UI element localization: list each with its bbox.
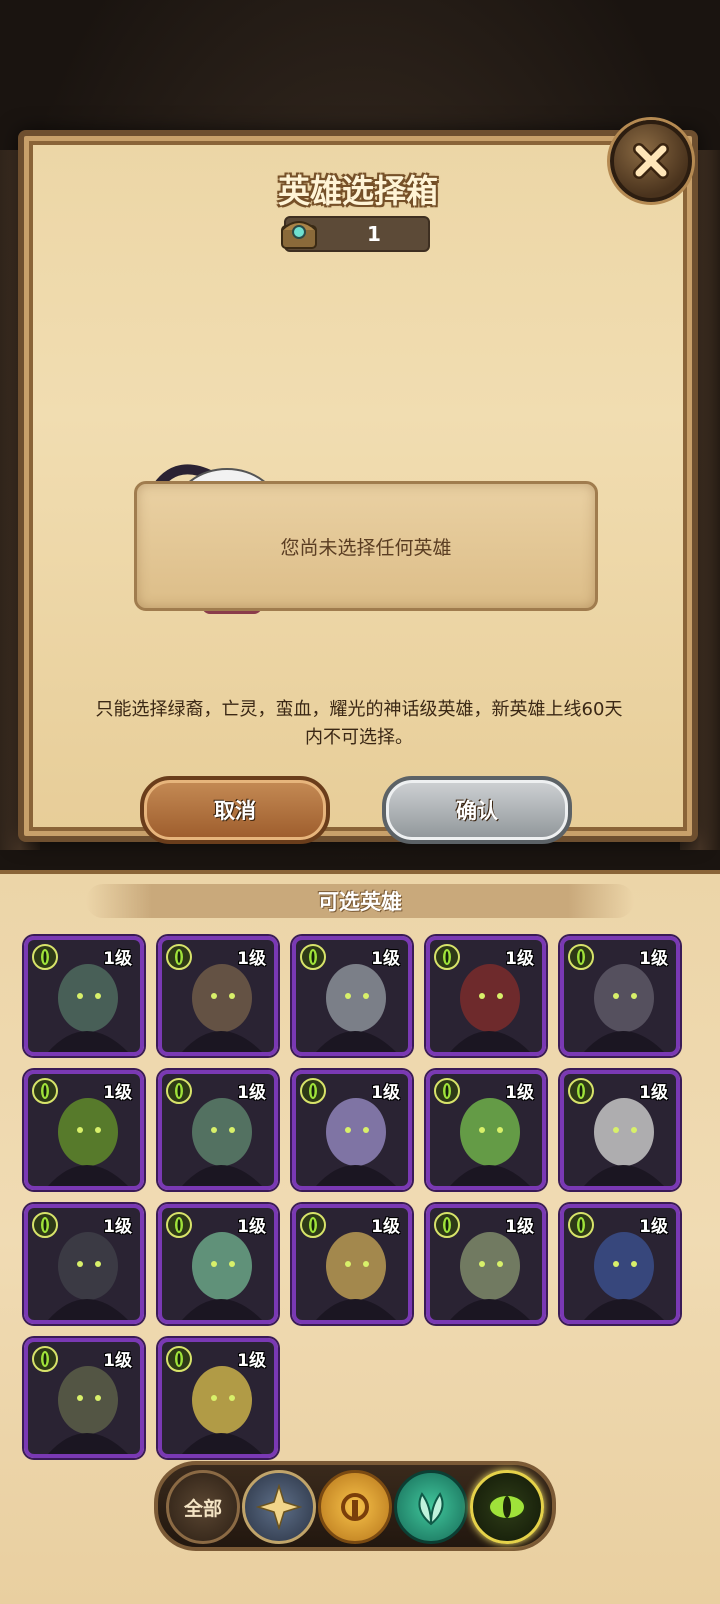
selection-rule-notice: 只能选择绿裔，亡灵，蛮血，耀光的神话级英雄，新英雄上线60天内不可选择。 [95,699,623,748]
eye-icon [434,1078,460,1104]
hero-level: 1级 [505,1083,534,1103]
eye-icon [166,1346,192,1372]
star-icon [256,1484,302,1530]
eye-icon [166,1212,192,1238]
hero-card[interactable]: 1级 [292,1204,412,1324]
hero-card[interactable]: 1级 [158,1204,278,1324]
eye-icon [568,1078,594,1104]
hero-list-panel: 可选英雄 1级 1级 1级 1级 1级 1级 1级 1级 1级 1级 1级 1级 1级 1级 1级 1级 1级 … [0,870,720,1604]
hero-level: 1级 [103,1351,132,1371]
hero-level: 1级 [103,949,132,969]
hero-card[interactable]: 1级 [158,936,278,1056]
hero-card[interactable]: 1级 [426,1070,546,1190]
hero-card[interactable]: 1级 [24,1204,144,1324]
selection-message-box: 您尚未选择任何英雄 [134,481,598,611]
hero-level: 1级 [371,1083,400,1103]
hero-card[interactable]: 1级 [292,936,412,1056]
eye-icon [32,944,58,970]
sun-icon [341,1493,369,1521]
close-button[interactable] [610,120,692,202]
filter-all-label: 全部 [183,1497,222,1520]
hero-card[interactable]: 1级 [560,936,680,1056]
eye-icon [166,1078,192,1104]
eye-icon [300,1078,326,1104]
confirm-button[interactable]: 确认 [382,776,572,844]
hero-level: 1级 [103,1083,132,1103]
hero-level: 1级 [237,1351,266,1371]
filter-graveborn-button[interactable] [470,1470,544,1544]
hero-card[interactable]: 1级 [292,1070,412,1190]
eye-icon [568,944,594,970]
hero-card[interactable]: 1级 [560,1204,680,1324]
hero-level: 1级 [639,1083,668,1103]
filter-mauler-button[interactable] [318,1470,392,1544]
hero-level: 1级 [505,1217,534,1237]
hero-card[interactable]: 1级 [158,1338,278,1458]
hero-select-dialog: 英雄选择箱 1 您尚未选择任何英雄 只能选择绿裔，亡灵，蛮血，耀光的神话级英雄，… [18,130,698,844]
hero-level: 1级 [505,949,534,969]
eye-icon [434,944,460,970]
eye-icon [434,1212,460,1238]
hero-card[interactable]: 1级 [426,936,546,1056]
hero-level: 1级 [237,1083,266,1103]
hero-card[interactable]: 1级 [24,936,144,1056]
eye-icon [32,1346,58,1372]
cancel-button[interactable]: 取消 [140,776,330,844]
filter-wilder-button[interactable] [394,1470,468,1544]
close-icon [633,143,669,179]
hero-level: 1级 [639,1217,668,1237]
chest-count-bar: 1 [281,216,430,252]
eye-icon [300,944,326,970]
chest-icon [281,221,317,249]
selection-message: 您尚未选择任何英雄 [280,536,452,559]
eye-icon [166,944,192,970]
eye-icon [32,1078,58,1104]
leaf-icon [418,1492,444,1526]
eye-icon [568,1212,594,1238]
hero-card[interactable]: 1级 [24,1338,144,1458]
hero-level: 1级 [237,949,266,969]
faction-filter-bar: 全部 [154,1461,556,1551]
section-title: 可选英雄 [86,884,634,918]
hero-card[interactable]: 1级 [158,1070,278,1190]
filter-all-button[interactable]: 全部 [166,1470,240,1544]
dialog-title: 英雄选择箱 [277,172,438,210]
hero-level: 1级 [103,1217,132,1237]
hero-card[interactable]: 1级 [24,1070,144,1190]
eye-icon [488,1494,526,1520]
hero-card[interactable]: 1级 [426,1204,546,1324]
eye-icon [32,1212,58,1238]
eye-icon [300,1212,326,1238]
hero-level: 1级 [371,1217,400,1237]
hero-card[interactable]: 1级 [560,1070,680,1190]
hero-level: 1级 [639,949,668,969]
chest-count: 1 [367,222,381,246]
hero-level: 1级 [237,1217,266,1237]
hero-level: 1级 [371,949,400,969]
filter-lightbearer-button[interactable] [242,1470,316,1544]
